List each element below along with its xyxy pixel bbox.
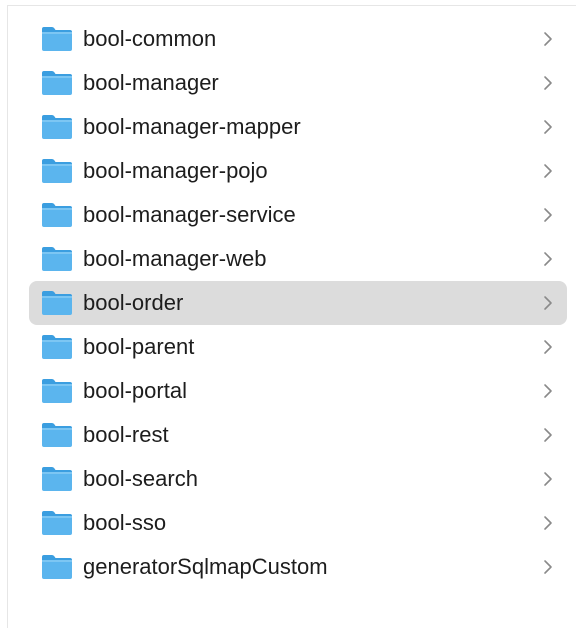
- folder-label: bool-common: [83, 26, 217, 51]
- folder-label: bool-manager-pojo: [83, 158, 268, 183]
- chevron-right-icon: [542, 206, 554, 224]
- chevron-right-icon: [542, 514, 554, 532]
- folder-icon: [41, 25, 73, 52]
- folder-label: bool-portal: [83, 378, 187, 403]
- chevron-right-icon: [542, 74, 554, 92]
- folder-label: bool-order: [83, 290, 184, 315]
- folder-icon: [41, 421, 73, 448]
- folder-icon: [41, 245, 73, 272]
- folder-label: bool-rest: [83, 422, 169, 447]
- folder-label: generatorSqlmapCustom: [83, 554, 328, 579]
- folder-row-bool-manager-service[interactable]: bool-manager-service: [8, 193, 576, 237]
- folder-row-bool-common[interactable]: bool-common: [8, 17, 576, 61]
- chevron-right-icon: [542, 162, 554, 180]
- folder-label: bool-search: [83, 466, 198, 491]
- folder-icon: [41, 69, 73, 96]
- folder-label: bool-manager-service: [83, 202, 296, 227]
- chevron-right-icon: [542, 426, 554, 444]
- folder-row-bool-portal[interactable]: bool-portal: [8, 369, 576, 413]
- folder-list: bool-common bool-manager bool-manager-mapp…: [8, 17, 576, 589]
- folder-icon: [41, 289, 73, 316]
- folder-label: bool-manager: [83, 70, 219, 95]
- folder-label: bool-manager-web: [83, 246, 267, 271]
- chevron-right-icon: [542, 118, 554, 136]
- folder-label: bool-manager-mapper: [83, 114, 301, 139]
- folder-row-bool-search[interactable]: bool-search: [8, 457, 576, 501]
- chevron-right-icon: [542, 30, 554, 48]
- folder-row-bool-manager-web[interactable]: bool-manager-web: [8, 237, 576, 281]
- chevron-right-icon: [542, 558, 554, 576]
- folder-row-bool-manager-pojo[interactable]: bool-manager-pojo: [8, 149, 576, 193]
- folder-icon: [41, 157, 73, 184]
- folder-row-bool-manager[interactable]: bool-manager: [8, 61, 576, 105]
- folder-icon: [41, 509, 73, 536]
- folder-row-bool-order[interactable]: bool-order: [8, 281, 576, 325]
- chevron-right-icon: [542, 294, 554, 312]
- chevron-right-icon: [542, 382, 554, 400]
- folder-icon: [41, 201, 73, 228]
- folder-row-bool-manager-mapper[interactable]: bool-manager-mapper: [8, 105, 576, 149]
- chevron-right-icon: [542, 338, 554, 356]
- folder-icon: [41, 377, 73, 404]
- folder-icon: [41, 113, 73, 140]
- chevron-right-icon: [542, 470, 554, 488]
- folder-icon: [41, 465, 73, 492]
- chevron-right-icon: [542, 250, 554, 268]
- folder-icon: [41, 553, 73, 580]
- folder-row-bool-sso[interactable]: bool-sso: [8, 501, 576, 545]
- folder-label: bool-sso: [83, 510, 167, 535]
- folder-row-generatorSqlmapCustom[interactable]: generatorSqlmapCustom: [8, 545, 576, 589]
- folder-icon: [41, 333, 73, 360]
- folder-row-bool-parent[interactable]: bool-parent: [8, 325, 576, 369]
- folder-row-bool-rest[interactable]: bool-rest: [8, 413, 576, 457]
- finder-column-pane: bool-common bool-manager bool-manager-mapp…: [7, 5, 576, 628]
- folder-label: bool-parent: [83, 334, 195, 359]
